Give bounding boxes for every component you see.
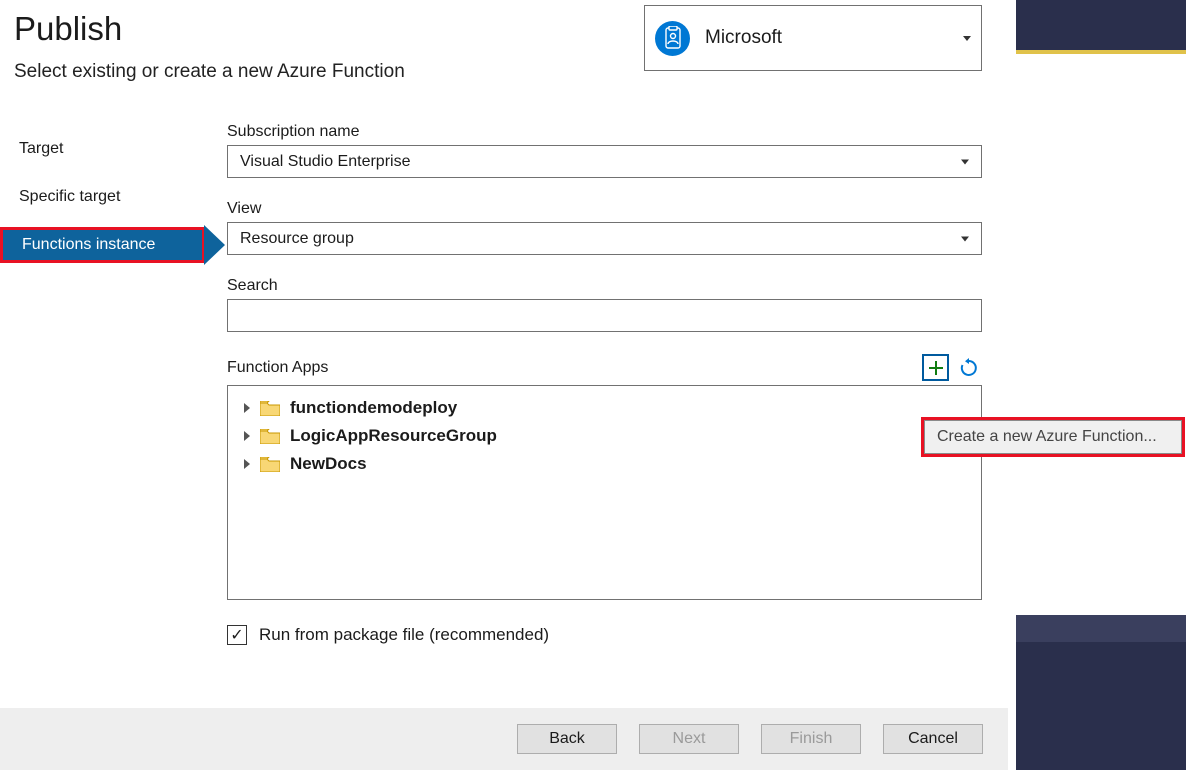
folder-icon — [260, 457, 280, 472]
form-area: Subscription name Visual Studio Enterpri… — [227, 123, 1008, 645]
chevron-down-icon — [961, 236, 969, 241]
chevron-down-icon — [963, 36, 971, 41]
folder-icon — [260, 429, 280, 444]
tree-item-label: LogicAppResourceGroup — [290, 426, 497, 446]
tree-item-label: functiondemodeploy — [290, 398, 457, 418]
view-label: View — [227, 200, 982, 218]
search-input[interactable] — [227, 299, 982, 332]
tree-item[interactable]: NewDocs — [238, 450, 971, 478]
dialog-footer: Back Next Finish Cancel — [0, 708, 1008, 770]
nav-target[interactable]: Target — [0, 131, 227, 167]
cancel-button[interactable]: Cancel — [883, 724, 983, 754]
run-from-package-checkbox[interactable]: ✓ — [227, 625, 247, 645]
expand-arrow-icon[interactable] — [244, 403, 250, 413]
nav-functions-instance[interactable]: Functions instance — [0, 227, 205, 263]
background-window-strip — [1016, 0, 1186, 770]
function-apps-label: Function Apps — [227, 359, 328, 377]
background-panel-header — [1016, 615, 1186, 642]
view-value: Resource group — [240, 230, 354, 248]
tooltip-text: Create a new Azure Function... — [937, 428, 1157, 446]
view-combo[interactable]: Resource group — [227, 222, 982, 255]
account-badge-icon — [655, 21, 690, 56]
finish-button: Finish — [761, 724, 861, 754]
tree-item[interactable]: LogicAppResourceGroup — [238, 422, 971, 450]
wizard-nav: Target Specific target Functions instanc… — [0, 123, 227, 645]
back-button[interactable]: Back — [517, 724, 617, 754]
refresh-icon — [959, 358, 979, 378]
background-panel — [1016, 642, 1186, 770]
folder-icon — [260, 401, 280, 416]
account-selector[interactable]: Microsoft — [644, 5, 982, 71]
subscription-label: Subscription name — [227, 123, 982, 141]
search-label: Search — [227, 277, 982, 295]
create-new-tooltip: Create a new Azure Function... — [924, 420, 1182, 454]
publish-dialog: Publish Select existing or create a new … — [0, 0, 1008, 770]
subscription-combo[interactable]: Visual Studio Enterprise — [227, 145, 982, 178]
background-titlebar — [1016, 0, 1186, 50]
chevron-down-icon — [961, 159, 969, 164]
function-apps-tree[interactable]: functiondemodeploy LogicAppResourceGroup… — [227, 385, 982, 600]
tree-item-label: NewDocs — [290, 454, 367, 474]
refresh-button[interactable] — [955, 354, 982, 381]
expand-arrow-icon[interactable] — [244, 459, 250, 469]
plus-icon — [928, 360, 944, 376]
next-button: Next — [639, 724, 739, 754]
account-label: Microsoft — [705, 27, 963, 49]
background-accent-bar — [1016, 50, 1186, 54]
subscription-value: Visual Studio Enterprise — [240, 153, 410, 171]
run-from-package-label: Run from package file (recommended) — [259, 625, 549, 645]
nav-specific-target[interactable]: Specific target — [0, 179, 227, 215]
create-new-button[interactable] — [922, 354, 949, 381]
tree-item[interactable]: functiondemodeploy — [238, 394, 971, 422]
expand-arrow-icon[interactable] — [244, 431, 250, 441]
